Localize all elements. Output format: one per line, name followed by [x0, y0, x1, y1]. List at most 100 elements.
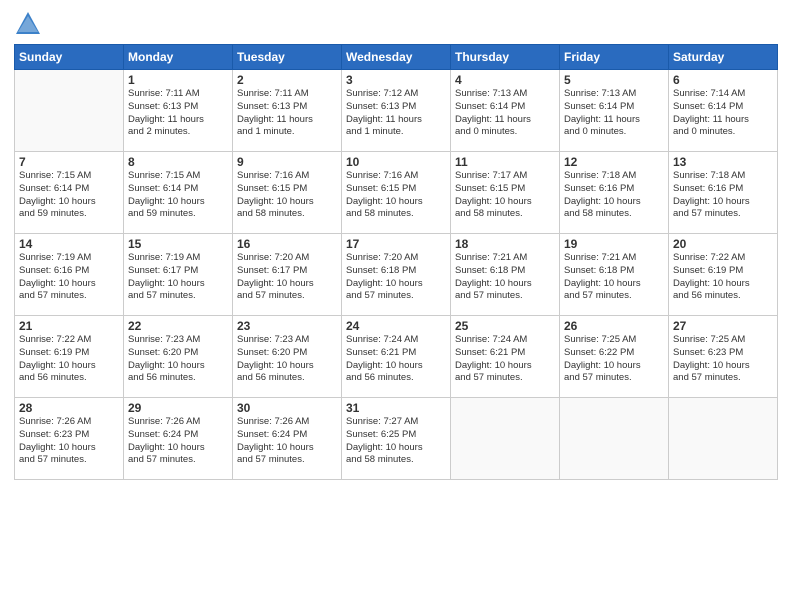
day-number: 4 [455, 73, 555, 87]
col-header-monday: Monday [124, 45, 233, 70]
calendar-page: SundayMondayTuesdayWednesdayThursdayFrid… [0, 0, 792, 612]
day-number: 30 [237, 401, 337, 415]
day-cell: 1Sunrise: 7:11 AM Sunset: 6:13 PM Daylig… [124, 70, 233, 152]
day-cell: 19Sunrise: 7:21 AM Sunset: 6:18 PM Dayli… [560, 234, 669, 316]
week-row-2: 7Sunrise: 7:15 AM Sunset: 6:14 PM Daylig… [15, 152, 778, 234]
calendar-header: SundayMondayTuesdayWednesdayThursdayFrid… [15, 45, 778, 70]
day-number: 23 [237, 319, 337, 333]
day-cell: 16Sunrise: 7:20 AM Sunset: 6:17 PM Dayli… [233, 234, 342, 316]
day-info: Sunrise: 7:26 AM Sunset: 6:24 PM Dayligh… [128, 416, 228, 467]
day-number: 15 [128, 237, 228, 251]
day-number: 19 [564, 237, 664, 251]
day-info: Sunrise: 7:15 AM Sunset: 6:14 PM Dayligh… [19, 170, 119, 221]
day-info: Sunrise: 7:14 AM Sunset: 6:14 PM Dayligh… [673, 88, 773, 139]
day-cell: 23Sunrise: 7:23 AM Sunset: 6:20 PM Dayli… [233, 316, 342, 398]
day-cell: 9Sunrise: 7:16 AM Sunset: 6:15 PM Daylig… [233, 152, 342, 234]
day-cell [451, 398, 560, 480]
calendar-table: SundayMondayTuesdayWednesdayThursdayFrid… [14, 44, 778, 480]
day-number: 3 [346, 73, 446, 87]
day-info: Sunrise: 7:25 AM Sunset: 6:23 PM Dayligh… [673, 334, 773, 385]
day-info: Sunrise: 7:12 AM Sunset: 6:13 PM Dayligh… [346, 88, 446, 139]
day-info: Sunrise: 7:18 AM Sunset: 6:16 PM Dayligh… [673, 170, 773, 221]
week-row-5: 28Sunrise: 7:26 AM Sunset: 6:23 PM Dayli… [15, 398, 778, 480]
day-info: Sunrise: 7:16 AM Sunset: 6:15 PM Dayligh… [237, 170, 337, 221]
day-number: 7 [19, 155, 119, 169]
col-header-thursday: Thursday [451, 45, 560, 70]
day-info: Sunrise: 7:18 AM Sunset: 6:16 PM Dayligh… [564, 170, 664, 221]
day-number: 27 [673, 319, 773, 333]
day-cell: 24Sunrise: 7:24 AM Sunset: 6:21 PM Dayli… [342, 316, 451, 398]
header [14, 10, 778, 38]
day-cell: 8Sunrise: 7:15 AM Sunset: 6:14 PM Daylig… [124, 152, 233, 234]
day-info: Sunrise: 7:27 AM Sunset: 6:25 PM Dayligh… [346, 416, 446, 467]
day-number: 16 [237, 237, 337, 251]
day-info: Sunrise: 7:19 AM Sunset: 6:17 PM Dayligh… [128, 252, 228, 303]
col-header-sunday: Sunday [15, 45, 124, 70]
day-info: Sunrise: 7:15 AM Sunset: 6:14 PM Dayligh… [128, 170, 228, 221]
day-info: Sunrise: 7:13 AM Sunset: 6:14 PM Dayligh… [564, 88, 664, 139]
day-info: Sunrise: 7:22 AM Sunset: 6:19 PM Dayligh… [673, 252, 773, 303]
day-cell: 13Sunrise: 7:18 AM Sunset: 6:16 PM Dayli… [669, 152, 778, 234]
day-cell: 27Sunrise: 7:25 AM Sunset: 6:23 PM Dayli… [669, 316, 778, 398]
day-number: 10 [346, 155, 446, 169]
week-row-4: 21Sunrise: 7:22 AM Sunset: 6:19 PM Dayli… [15, 316, 778, 398]
header-row: SundayMondayTuesdayWednesdayThursdayFrid… [15, 45, 778, 70]
day-info: Sunrise: 7:17 AM Sunset: 6:15 PM Dayligh… [455, 170, 555, 221]
day-info: Sunrise: 7:20 AM Sunset: 6:18 PM Dayligh… [346, 252, 446, 303]
day-number: 24 [346, 319, 446, 333]
col-header-wednesday: Wednesday [342, 45, 451, 70]
day-cell: 30Sunrise: 7:26 AM Sunset: 6:24 PM Dayli… [233, 398, 342, 480]
day-cell: 17Sunrise: 7:20 AM Sunset: 6:18 PM Dayli… [342, 234, 451, 316]
day-info: Sunrise: 7:24 AM Sunset: 6:21 PM Dayligh… [346, 334, 446, 385]
logo [14, 10, 44, 38]
day-cell: 29Sunrise: 7:26 AM Sunset: 6:24 PM Dayli… [124, 398, 233, 480]
day-cell: 3Sunrise: 7:12 AM Sunset: 6:13 PM Daylig… [342, 70, 451, 152]
week-row-1: 1 Sunrise: 7:11 AM Sunset: 6:13 PM Daylig… [15, 70, 778, 152]
col-header-friday: Friday [560, 45, 669, 70]
day-cell: 15Sunrise: 7:19 AM Sunset: 6:17 PM Dayli… [124, 234, 233, 316]
day-number: 22 [128, 319, 228, 333]
day-info: Sunrise: 7:23 AM Sunset: 6:20 PM Dayligh… [128, 334, 228, 385]
day-number: 31 [346, 401, 446, 415]
day-cell: 31Sunrise: 7:27 AM Sunset: 6:25 PM Dayli… [342, 398, 451, 480]
day-cell: 10Sunrise: 7:16 AM Sunset: 6:15 PM Dayli… [342, 152, 451, 234]
col-header-tuesday: Tuesday [233, 45, 342, 70]
day-number: 2 [237, 73, 337, 87]
week-row-3: 14Sunrise: 7:19 AM Sunset: 6:16 PM Dayli… [15, 234, 778, 316]
day-cell: 11Sunrise: 7:17 AM Sunset: 6:15 PM Dayli… [451, 152, 560, 234]
day-info: Sunrise: 7:24 AM Sunset: 6:21 PM Dayligh… [455, 334, 555, 385]
day-cell [15, 70, 124, 152]
day-number: 28 [19, 401, 119, 415]
day-cell: 7Sunrise: 7:15 AM Sunset: 6:14 PM Daylig… [15, 152, 124, 234]
day-cell [669, 398, 778, 480]
day-cell: 26Sunrise: 7:25 AM Sunset: 6:22 PM Dayli… [560, 316, 669, 398]
calendar-body: 1 Sunrise: 7:11 AM Sunset: 6:13 PM Daylig… [15, 70, 778, 480]
day-cell: 21Sunrise: 7:22 AM Sunset: 6:19 PM Dayli… [15, 316, 124, 398]
day-cell: 18Sunrise: 7:21 AM Sunset: 6:18 PM Dayli… [451, 234, 560, 316]
day-number: 29 [128, 401, 228, 415]
day-info: Sunrise: 7:23 AM Sunset: 6:20 PM Dayligh… [237, 334, 337, 385]
day-number: 1 [128, 73, 228, 87]
day-number: 17 [346, 237, 446, 251]
logo-icon [14, 10, 42, 38]
day-number: 9 [237, 155, 337, 169]
day-number: 20 [673, 237, 773, 251]
col-header-saturday: Saturday [669, 45, 778, 70]
day-info: Sunrise: 7:21 AM Sunset: 6:18 PM Dayligh… [564, 252, 664, 303]
day-info: Sunrise: 7:16 AM Sunset: 6:15 PM Dayligh… [346, 170, 446, 221]
day-info: Sunrise: 7:11 AM Sunset: 6:13 PM Dayligh… [237, 88, 337, 139]
day-number: 6 [673, 73, 773, 87]
day-cell: 25Sunrise: 7:24 AM Sunset: 6:21 PM Dayli… [451, 316, 560, 398]
day-info: Sunrise: 7:25 AM Sunset: 6:22 PM Dayligh… [564, 334, 664, 385]
day-cell: 5Sunrise: 7:13 AM Sunset: 6:14 PM Daylig… [560, 70, 669, 152]
day-info: Sunrise: 7:26 AM Sunset: 6:23 PM Dayligh… [19, 416, 119, 467]
day-number: 21 [19, 319, 119, 333]
day-cell: 22Sunrise: 7:23 AM Sunset: 6:20 PM Dayli… [124, 316, 233, 398]
day-info: Sunrise: 7:19 AM Sunset: 6:16 PM Dayligh… [19, 252, 119, 303]
day-cell: 6Sunrise: 7:14 AM Sunset: 6:14 PM Daylig… [669, 70, 778, 152]
day-number: 18 [455, 237, 555, 251]
day-number: 25 [455, 319, 555, 333]
day-info: Sunrise: 7:21 AM Sunset: 6:18 PM Dayligh… [455, 252, 555, 303]
day-cell: 28Sunrise: 7:26 AM Sunset: 6:23 PM Dayli… [15, 398, 124, 480]
day-number: 26 [564, 319, 664, 333]
